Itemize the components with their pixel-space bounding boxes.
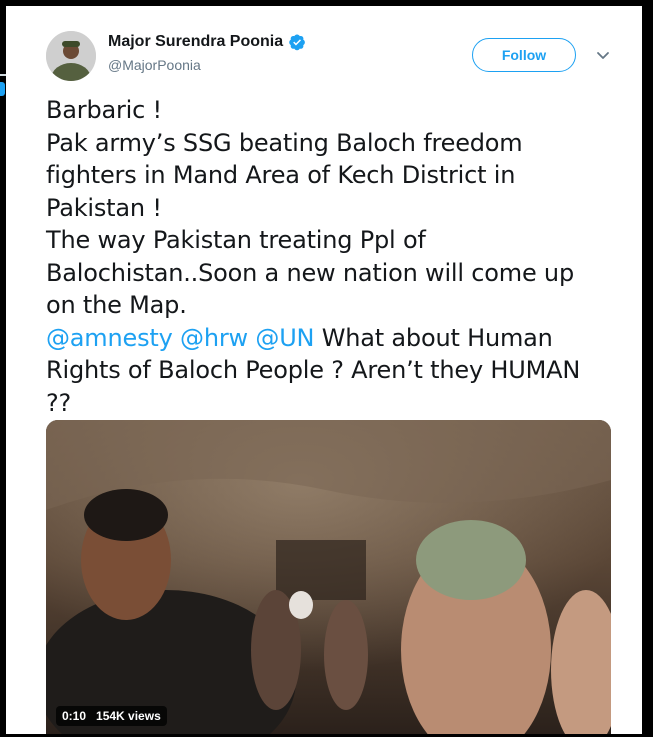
chevron-down-icon[interactable]: [592, 44, 614, 66]
author-row: Major Surendra Poonia: [108, 33, 306, 51]
tweet-line: Pakistan !: [46, 192, 626, 225]
tweet-text: Barbaric ! Pak army’s SSG beating Baloch …: [46, 94, 626, 419]
tweet-text-segment: Pak army’s SSG beating Baloch freedom: [46, 128, 523, 157]
avatar[interactable]: [46, 31, 96, 81]
verified-badge-icon: [288, 33, 306, 51]
edge-indicator: [0, 82, 5, 96]
tweet-text-segment: [173, 324, 180, 352]
video-duration: 0:10: [62, 709, 87, 723]
tweet-text-segment: fighters in Mand Area of Kech District i…: [46, 161, 516, 189]
video-views: 154K views: [96, 709, 161, 723]
tweet-text-segment: on the Map.: [46, 291, 187, 319]
tweet-line: Balochistan..Soon a new nation will come…: [46, 257, 626, 290]
tweet-line: Rights of Baloch People ? Aren’t they HU…: [46, 354, 626, 387]
tweet-text-segment: Balochistan..Soon a new nation will come…: [46, 258, 574, 287]
mention-link[interactable]: @hrw: [180, 324, 248, 352]
tweet-text-segment: The way Pakistan treating Ppl of: [46, 226, 426, 254]
tweet-text-segment: Barbaric !: [46, 96, 162, 124]
tweet-line: fighters in Mand Area of Kech District i…: [46, 159, 626, 192]
video-stats-badge: 0:10 154K views: [56, 706, 167, 726]
tweet-text-segment: Pakistan !: [46, 193, 162, 222]
tweet-line: The way Pakistan treating Ppl of: [46, 224, 626, 257]
tweet-text-segment: What about Human: [314, 323, 553, 352]
tweet-text-segment: ??: [46, 388, 72, 417]
tweet-line: on the Map.: [46, 289, 626, 322]
mention-link[interactable]: @amnesty: [46, 324, 173, 352]
tweet-line: ??: [46, 387, 626, 420]
tweet-card: Major Surendra Poonia @MajorPoonia Follo…: [6, 6, 642, 734]
mention-link[interactable]: @UN: [255, 324, 314, 352]
author-handle[interactable]: @MajorPoonia: [108, 57, 201, 73]
video-player[interactable]: 0:10 154K views: [46, 420, 611, 734]
author-name[interactable]: Major Surendra Poonia: [108, 33, 283, 51]
tweet-line: @amnesty @hrw @UN What about Human: [46, 322, 626, 355]
tweet-text-segment: Rights of Baloch People ? Aren’t they HU…: [46, 356, 581, 384]
video-frame: [46, 420, 611, 734]
tweet-line: Pak army’s SSG beating Baloch freedom: [46, 127, 626, 160]
follow-button[interactable]: Follow: [472, 38, 576, 72]
tweet-line: Barbaric !: [46, 94, 626, 127]
